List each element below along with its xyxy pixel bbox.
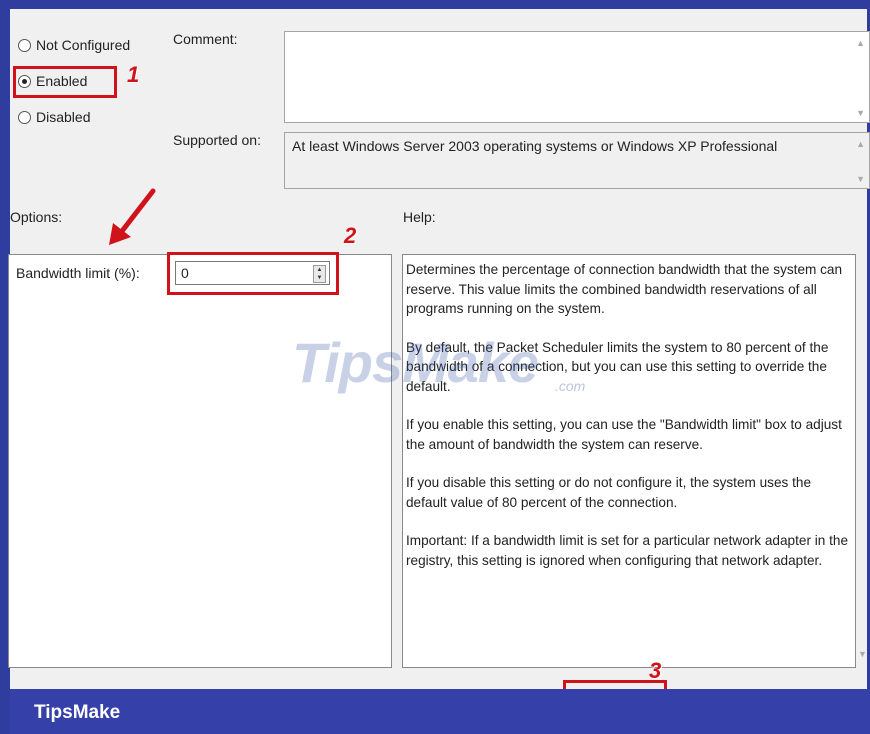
scroll-up-icon[interactable]: ▲ [856,38,865,48]
help-paragraph: If you disable this setting or do not co… [406,475,812,510]
help-label: Help: [403,209,436,225]
footer-brand: TipsMake [34,702,121,723]
help-text: Determines the percentage of connection … [406,260,851,589]
help-paragraph: If you enable this setting, you can use … [406,417,842,452]
annotation-box-1 [13,66,117,98]
frame-top-border [0,0,870,9]
annotation-box-2 [167,252,339,295]
scroll-down-icon[interactable]: ▼ [856,108,865,118]
radio-label-not-configured: Not Configured [36,37,131,53]
comment-textarea[interactable]: ▲ ▼ [284,31,870,123]
supported-on-field: At least Windows Server 2003 operating s… [284,132,870,189]
options-label: Options: [10,209,63,225]
annotation-number-1: 1 [127,62,140,87]
comment-label: Comment: [173,31,238,47]
radio-disabled[interactable]: Disabled [18,109,90,125]
annotation-number-3: 3 [649,658,662,683]
radio-indicator[interactable] [18,110,31,124]
footer-banner: TipsMake [10,689,870,734]
annotation-number-2: 2 [344,223,357,248]
scroll-down-icon[interactable]: ▼ [858,649,867,659]
radio-not-configured[interactable]: Not Configured [18,37,130,53]
supported-on-label: Supported on: [173,132,261,148]
watermark-logo: TipsMake [292,331,539,394]
watermark-suffix: .com [555,378,586,394]
supported-on-value: At least Windows Server 2003 operating s… [292,138,778,154]
options-panel [8,254,392,668]
scroll-down-icon[interactable]: ▼ [856,174,865,184]
help-paragraph: Important: If a bandwidth limit is set f… [406,533,849,568]
radio-label-disabled: Disabled [36,109,91,125]
scroll-up-icon[interactable]: ▲ [856,139,865,149]
help-paragraph: Determines the percentage of connection … [406,262,843,316]
red-arrow-icon [109,188,156,245]
bandwidth-limit-label: Bandwidth limit (%): [16,265,140,281]
radio-indicator[interactable] [18,38,31,52]
